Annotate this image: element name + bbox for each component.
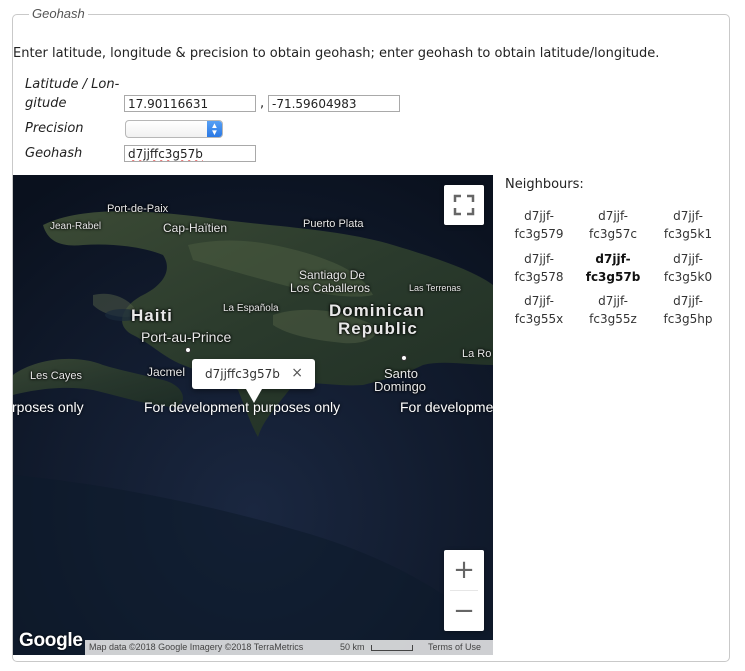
- map-view[interactable]: Port-de-Paix Jean-Rabel Cap-Haïtien Puer…: [13, 175, 493, 655]
- place-republic: Republic: [338, 319, 418, 338]
- neighbour-cell[interactable]: d7jjf-fc3g5k0: [653, 250, 723, 286]
- close-icon[interactable]: ×: [291, 365, 303, 381]
- place-port-au-prince: Port-au-Prince: [141, 329, 232, 345]
- neighbour-prefix: d7jjf-: [673, 294, 703, 308]
- place-la-espanola: La Española: [223, 303, 279, 314]
- neighbour-suffix: fc3g5k0: [663, 270, 713, 284]
- place-domingo: Domingo: [374, 379, 427, 394]
- place-port-de-paix: Port-de-Paix: [107, 203, 169, 215]
- scale-label: 50 km: [340, 642, 365, 652]
- neighbours-title: Neighbours:: [505, 177, 584, 192]
- fullscreen-icon: [453, 194, 475, 216]
- geohash-label: Geohash: [25, 146, 83, 161]
- popup-tail: [246, 389, 262, 403]
- latlon-comma: ,: [260, 96, 265, 111]
- neighbour-suffix: fc3g57b: [585, 270, 641, 284]
- zoom-in-button[interactable]: +: [444, 550, 484, 590]
- watermark-center: For development purposes only: [144, 399, 341, 415]
- neighbour-suffix: fc3g55x: [514, 312, 564, 326]
- neighbour-cell[interactable]: d7jjf-fc3g57c: [578, 207, 648, 243]
- place-las-terrenas: Las Terrenas: [409, 283, 461, 293]
- latitude-input[interactable]: [124, 95, 256, 112]
- neighbour-prefix: d7jjf-: [598, 209, 628, 223]
- precision-select[interactable]: ▲ ▼: [125, 120, 223, 138]
- neighbour-prefix: d7jjf-: [524, 294, 554, 308]
- neighbour-suffix: fc3g578: [514, 270, 564, 284]
- neighbour-cell[interactable]: d7jjf-fc3g578: [504, 250, 574, 286]
- precision-label: Precision: [25, 121, 84, 136]
- place-jean-rabel: Jean-Rabel: [50, 221, 102, 232]
- place-dominican: Dominican: [329, 301, 425, 320]
- neighbour-prefix: d7jjf-: [673, 209, 703, 223]
- latlon-label-line1: Latitude / Lon-: [25, 77, 120, 92]
- geohash-input[interactable]: [124, 145, 256, 162]
- neighbour-cell[interactable]: d7jjf-fc3g55x: [504, 292, 574, 328]
- watermark-right: For developme: [400, 399, 493, 415]
- neighbour-suffix: fc3g57c: [589, 227, 637, 241]
- neighbour-cell[interactable]: d7jjf-fc3g579: [504, 207, 574, 243]
- latlon-label-line2: gitude: [25, 96, 67, 111]
- geohash-legend: Geohash: [29, 6, 88, 21]
- google-logo: Google: [19, 630, 83, 651]
- longitude-input[interactable]: [268, 95, 400, 112]
- place-les-cayes: Les Cayes: [30, 370, 82, 382]
- place-la-ro: La Ro: [462, 348, 492, 360]
- neighbour-suffix: fc3g5hp: [663, 312, 713, 326]
- zoom-out-button[interactable]: −: [444, 591, 484, 631]
- neighbour-prefix: d7jjf-: [524, 209, 554, 223]
- place-los-caballeros: Los Caballeros: [290, 281, 371, 295]
- neighbour-cell[interactable]: d7jjf-fc3g5k1: [653, 207, 723, 243]
- place-jacmel: Jacmel: [147, 365, 186, 379]
- popup-geohash: d7jjffc3g57b: [205, 367, 280, 381]
- map-attribution-bar: Map data ©2018 Google Imagery ©2018 Terr…: [85, 640, 493, 655]
- place-haiti: Haiti: [131, 306, 173, 325]
- marker-popup: d7jjffc3g57b ×: [192, 359, 315, 403]
- select-arrows-icon: ▲ ▼: [207, 121, 222, 137]
- neighbour-cell[interactable]: d7jjf-fc3g55z: [578, 292, 648, 328]
- neighbour-prefix: d7jjf-: [673, 252, 703, 266]
- neighbour-suffix: fc3g55z: [589, 312, 637, 326]
- place-cap-haitien: Cap-Haïtien: [163, 221, 228, 235]
- satellite-imagery: [13, 175, 493, 655]
- neighbour-prefix: d7jjf-: [524, 252, 554, 266]
- neighbour-suffix: fc3g579: [514, 227, 564, 241]
- zoom-control: + −: [444, 550, 484, 631]
- fullscreen-button[interactable]: [444, 185, 484, 225]
- neighbour-prefix: d7jjf-: [595, 252, 631, 266]
- attribution-text: Map data ©2018 Google Imagery ©2018 Terr…: [89, 642, 304, 652]
- place-puerto-plata: Puerto Plata: [303, 218, 364, 230]
- terms-link[interactable]: Terms of Use: [428, 642, 481, 652]
- scale-bar: [371, 645, 413, 651]
- watermark-left: rposes only: [13, 399, 84, 415]
- neighbour-center[interactable]: d7jjf-fc3g57b: [578, 250, 648, 286]
- place-santiago: Santiago De: [299, 268, 366, 282]
- neighbour-cell[interactable]: d7jjf-fc3g5hp: [653, 292, 723, 328]
- intro-text: Enter latitude, longitude & precision to…: [13, 46, 660, 61]
- neighbour-suffix: fc3g5k1: [663, 227, 713, 241]
- neighbour-prefix: d7jjf-: [598, 294, 628, 308]
